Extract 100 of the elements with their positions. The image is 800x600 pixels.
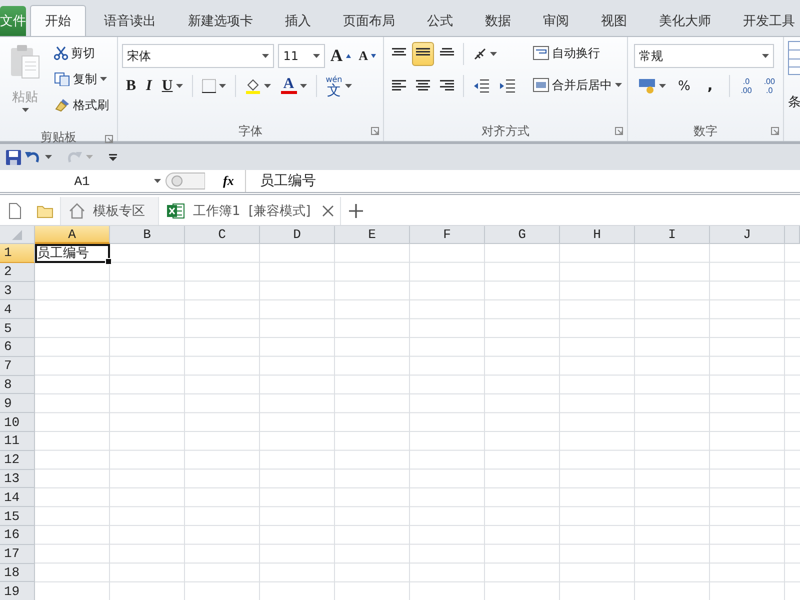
row-header[interactable]: 1 xyxy=(0,244,35,263)
row-header[interactable]: 11 xyxy=(0,432,35,451)
conditional-format-label[interactable]: 条 xyxy=(788,93,800,111)
align-icon xyxy=(416,80,430,92)
group-title: 对齐方式 xyxy=(482,122,530,140)
row-header[interactable]: 10 xyxy=(0,413,35,432)
row-header[interactable]: 7 xyxy=(0,356,35,376)
file-menu-tab[interactable]: 文件 xyxy=(0,6,26,36)
copy-button[interactable]: 复制 xyxy=(50,67,113,91)
save-icon xyxy=(6,150,21,164)
comma-button[interactable]: , xyxy=(698,74,722,98)
insert-function-button[interactable]: fx xyxy=(223,173,234,189)
font-color-button[interactable]: A xyxy=(276,74,311,98)
clipboard-icon xyxy=(10,44,40,80)
column-header[interactable]: I xyxy=(635,226,710,244)
format-painter-button[interactable]: 格式刷 xyxy=(50,93,113,117)
wrap-text-button[interactable]: 自动换行 xyxy=(529,41,626,65)
font-name-dropdown[interactable]: 宋体 xyxy=(122,44,274,68)
caret-icon xyxy=(154,179,161,183)
color-bar-icon xyxy=(280,91,297,94)
row-header[interactable]: 8 xyxy=(0,376,35,394)
ribbon-tab[interactable]: 插入 xyxy=(271,6,325,36)
row-header[interactable]: 14 xyxy=(0,488,35,508)
ribbon-tab[interactable]: 开发工具 xyxy=(729,6,800,36)
undo-icon xyxy=(25,150,41,164)
brush-icon xyxy=(54,98,70,112)
caret-icon xyxy=(762,54,769,58)
row-header[interactable]: 12 xyxy=(0,450,35,470)
indent-icon xyxy=(473,79,489,93)
ribbon-tab[interactable]: 公式 xyxy=(413,6,467,36)
merge-center-button[interactable]: 合并后居中 xyxy=(529,73,626,97)
row-header[interactable]: 6 xyxy=(0,338,35,357)
paint-bucket-icon xyxy=(244,78,261,94)
ribbon-tab[interactable]: 页面布局 xyxy=(329,6,409,36)
row-header[interactable]: 15 xyxy=(0,507,35,526)
column-header[interactable]: J xyxy=(710,226,785,244)
caret-icon xyxy=(218,84,226,88)
bold-button[interactable]: B xyxy=(122,74,140,98)
row-header[interactable]: 9 xyxy=(0,394,35,414)
caret-icon xyxy=(264,84,271,88)
italic-button[interactable]: I xyxy=(142,74,156,98)
ribbon-tab[interactable]: 审阅 xyxy=(529,6,583,36)
column-header[interactable]: C xyxy=(185,226,260,244)
document-tab[interactable]: 模板专区 xyxy=(60,197,158,225)
cut-button[interactable]: 剪切 xyxy=(50,41,113,65)
zoom-slider-icon xyxy=(165,172,205,190)
indent-icon xyxy=(499,79,515,93)
plus-icon xyxy=(348,204,362,218)
formula-input[interactable]: 员工编号 xyxy=(245,170,800,192)
font-size-dropdown[interactable]: 11 xyxy=(278,44,326,68)
caret-icon xyxy=(345,84,352,88)
row-header[interactable]: 5 xyxy=(0,319,35,338)
caret-icon xyxy=(615,83,622,87)
phonetic-button[interactable]: wén 文 xyxy=(322,74,356,98)
ribbon-tab[interactable]: 美化大师 xyxy=(645,6,725,36)
group-title: 剪贴板 xyxy=(40,129,76,146)
decrease-decimal-button[interactable]: .00 .0 xyxy=(760,74,779,98)
increase-decimal-button[interactable]: .0 .00 xyxy=(736,74,756,98)
fill-handle[interactable] xyxy=(105,258,112,265)
customize-icon xyxy=(109,154,117,160)
row-header[interactable]: 13 xyxy=(0,470,35,488)
caret-icon xyxy=(86,155,93,159)
ribbon-tab[interactable]: 新建选项卡 xyxy=(174,6,267,36)
corner-triangle-icon xyxy=(12,230,22,240)
vertical-align-button[interactable] xyxy=(412,42,434,66)
caret-icon xyxy=(176,84,183,88)
column-header[interactable]: B xyxy=(110,226,185,244)
percent-button[interactable]: % xyxy=(674,74,694,98)
caret-icon xyxy=(300,84,307,88)
row-header[interactable]: 19 xyxy=(0,582,35,600)
align-icon xyxy=(440,80,454,92)
row-header[interactable]: 4 xyxy=(0,300,35,320)
shrink-font-button[interactable]: A xyxy=(356,44,379,68)
copy-icon xyxy=(54,72,70,86)
caret-icon xyxy=(659,84,666,88)
row-header[interactable]: 2 xyxy=(0,262,35,282)
column-header[interactable]: E xyxy=(335,226,410,244)
underline-button[interactable]: U xyxy=(158,74,187,98)
borders-icon xyxy=(202,79,216,93)
row-header[interactable]: 18 xyxy=(0,564,35,582)
grow-font-button[interactable]: A xyxy=(327,44,354,68)
column-header[interactable]: G xyxy=(485,226,560,244)
column-header[interactable]: F xyxy=(410,226,485,244)
table-cell[interactable]: 员工编号 xyxy=(35,244,110,263)
caret-icon xyxy=(22,108,28,112)
ribbon-tab[interactable]: 语音读出 xyxy=(90,6,170,36)
row-header[interactable]: 16 xyxy=(0,526,35,545)
dialog-launcher-icon xyxy=(105,135,113,143)
row-header[interactable]: 17 xyxy=(0,544,35,564)
number-format-dropdown[interactable]: 常规 xyxy=(634,44,774,68)
row-header[interactable]: 3 xyxy=(0,282,35,300)
column-header[interactable]: D xyxy=(260,226,335,244)
column-header[interactable]: H xyxy=(560,226,635,244)
scissors-icon xyxy=(54,46,68,60)
column-header[interactable]: A xyxy=(35,226,110,244)
ribbon-tab[interactable]: 数据 xyxy=(471,6,525,36)
ribbon-tab[interactable]: 视图 xyxy=(587,6,641,36)
folder-icon xyxy=(37,204,53,218)
ribbon-tab[interactable]: 开始 xyxy=(30,5,86,36)
merge-icon xyxy=(533,78,549,92)
